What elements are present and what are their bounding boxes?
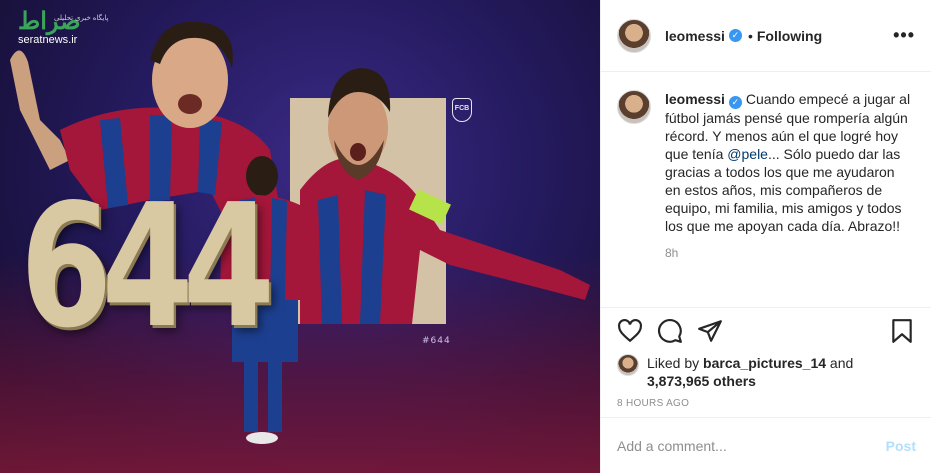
post-header: leomessi ✓ • Following ••• xyxy=(601,0,931,72)
goal-count-number: 644 xyxy=(20,168,275,366)
hashtag-label: #644 xyxy=(422,336,451,346)
caption-username[interactable]: leomessi xyxy=(665,91,725,107)
watermark-url: seratnews.ir xyxy=(18,34,78,46)
comment-bar: Post xyxy=(601,417,931,473)
caption-mention-link[interactable]: @pele xyxy=(727,146,768,162)
post-timestamp[interactable]: 8 HOURS AGO xyxy=(601,390,931,409)
post-side-panel: leomessi ✓ • Following ••• leomessi ✓ Cua… xyxy=(600,0,931,473)
caption-section: leomessi ✓ Cuando empecé a jugar al fútbo… xyxy=(601,72,931,308)
club-crest-icon: FCB xyxy=(452,98,472,122)
author-username[interactable]: leomessi xyxy=(665,28,725,44)
likes-section: Liked by barca_pictures_14 and 3,873,965… xyxy=(601,354,931,390)
post-image[interactable]: 644 #644 FCB صراط پایگاه خبری تحلیلی ser… xyxy=(0,0,600,473)
heart-icon[interactable] xyxy=(617,318,643,344)
liker-username-link[interactable]: barca_pictures_14 xyxy=(703,355,826,371)
verified-badge-icon: ✓ xyxy=(728,29,742,42)
action-bar xyxy=(601,308,931,354)
liker-avatar[interactable] xyxy=(617,354,639,376)
post-comment-button[interactable]: Post xyxy=(886,438,916,454)
caption-time-ago: 8h xyxy=(665,246,679,260)
likes-prefix: Liked by xyxy=(647,355,700,371)
watermark-tagline: پایگاه خبری تحلیلی xyxy=(54,15,109,22)
likes-text: Liked by barca_pictures_14 and 3,873,965… xyxy=(647,354,853,390)
separator-dot: • xyxy=(747,27,753,44)
share-icon[interactable] xyxy=(697,318,723,344)
comment-icon[interactable] xyxy=(657,318,683,344)
caption-body: leomessi ✓ Cuando empecé a jugar al fútbo… xyxy=(665,90,913,307)
likes-count-link[interactable]: 3,873,965 others xyxy=(647,373,756,389)
caption-author-avatar[interactable] xyxy=(617,90,651,124)
comment-input[interactable] xyxy=(617,437,878,454)
following-button[interactable]: Following xyxy=(757,28,822,44)
author-avatar[interactable] xyxy=(617,18,651,53)
caption-text: leomessi ✓ Cuando empecé a jugar al fútbo… xyxy=(665,90,913,235)
more-options-icon[interactable]: ••• xyxy=(893,25,915,46)
likes-and: and xyxy=(829,355,854,371)
caption-verified-badge-icon: ✓ xyxy=(728,96,742,109)
bookmark-icon[interactable] xyxy=(889,318,915,344)
